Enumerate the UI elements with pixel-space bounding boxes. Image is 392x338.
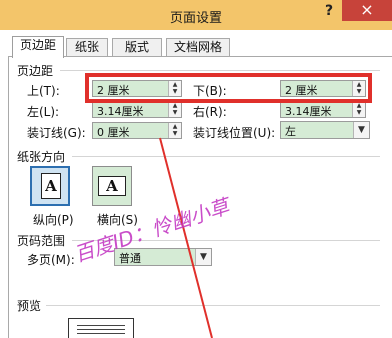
- bottom-margin-input[interactable]: 2 厘米 ▲ ▼: [280, 80, 366, 97]
- margins-divider: [60, 70, 380, 71]
- left-margin-value: 3.14厘米: [97, 105, 144, 118]
- preview-text-line: [77, 329, 125, 330]
- chevron-down-icon[interactable]: ▼: [353, 122, 369, 138]
- margins-section-title: 页边距: [17, 64, 54, 78]
- close-button[interactable]: ×: [342, 0, 392, 21]
- preview-divider: [46, 305, 380, 306]
- left-margin-label: 左(L):: [27, 105, 60, 119]
- portrait-button[interactable]: A: [30, 166, 70, 206]
- top-margin-input[interactable]: 2 厘米 ▲ ▼: [92, 80, 182, 97]
- left-margin-input[interactable]: 3.14厘米 ▲ ▼: [92, 101, 182, 118]
- tab-document-grid[interactable]: 文档网格: [166, 38, 230, 56]
- gutter-input[interactable]: 0 厘米 ▲ ▼: [92, 122, 182, 139]
- right-margin-spinner[interactable]: ▲ ▼: [352, 102, 365, 117]
- right-margin-input[interactable]: 3.14厘米 ▲ ▼: [280, 101, 366, 118]
- portrait-label: 纵向(P): [33, 213, 74, 227]
- preview-section-title: 预览: [17, 299, 42, 313]
- help-button[interactable]: ?: [322, 3, 336, 21]
- bottom-margin-spinner[interactable]: ▲ ▼: [352, 81, 365, 96]
- preview-page: [68, 318, 134, 338]
- left-margin-spinner[interactable]: ▲ ▼: [168, 102, 181, 117]
- preview-text-line: [77, 325, 125, 326]
- orientation-section-title: 纸张方向: [17, 150, 66, 164]
- tab-paper[interactable]: 纸张: [66, 38, 108, 56]
- landscape-button[interactable]: A: [92, 166, 132, 206]
- pages-section-title: 页码范围: [17, 234, 66, 248]
- gutter-position-select[interactable]: 左 ▼: [280, 121, 370, 139]
- landscape-page-icon: A: [98, 176, 126, 196]
- portrait-page-icon: A: [41, 173, 61, 199]
- gutter-label: 装订线(G):: [27, 126, 86, 140]
- right-margin-label: 右(R):: [193, 105, 227, 119]
- tab-margins[interactable]: 页边距: [12, 36, 64, 58]
- tab-layout[interactable]: 版式: [112, 38, 162, 56]
- top-margin-label: 上(T):: [27, 84, 60, 98]
- preview-text-line: [77, 333, 125, 334]
- gutter-position-value: 左: [285, 125, 296, 138]
- top-margin-spinner[interactable]: ▲ ▼: [168, 81, 181, 96]
- gutter-spinner[interactable]: ▲ ▼: [168, 123, 181, 138]
- multiple-pages-label: 多页(M):: [27, 253, 75, 267]
- bottom-margin-label: 下(B):: [193, 84, 227, 98]
- bottom-margin-value: 2 厘米: [285, 84, 318, 97]
- top-margin-value: 2 厘米: [97, 84, 130, 97]
- right-margin-value: 3.14厘米: [285, 105, 332, 118]
- gutter-value: 0 厘米: [97, 126, 130, 139]
- gutter-position-label: 装订线位置(U):: [193, 126, 276, 140]
